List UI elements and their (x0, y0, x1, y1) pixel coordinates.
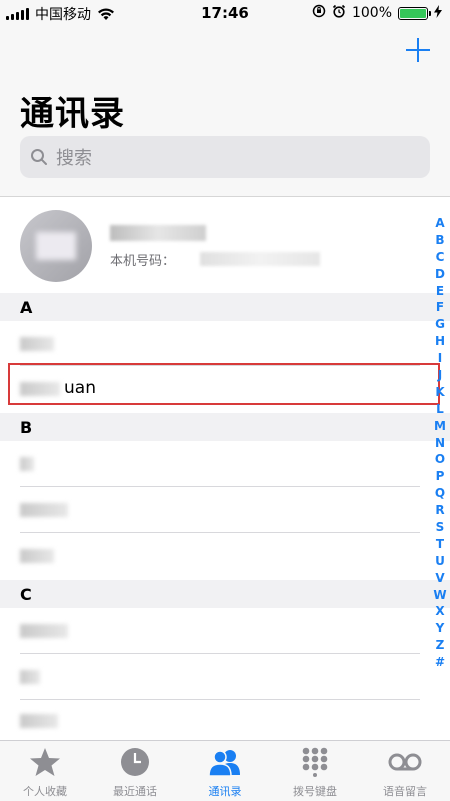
index-letter-w[interactable]: W (432, 587, 448, 604)
index-letter-i[interactable]: I (432, 350, 448, 367)
index-letter-o[interactable]: O (432, 451, 448, 468)
section-header-a: A (0, 293, 450, 321)
index-letter-d[interactable]: D (432, 266, 448, 283)
search-input[interactable] (54, 136, 418, 180)
status-bar: 中国移动 17:46 100% (0, 0, 450, 26)
tab-recents[interactable]: 最近通话 (90, 741, 180, 801)
contact-name-redacted (20, 337, 54, 351)
voicemail-icon (388, 747, 422, 777)
tab-voicemail[interactable]: 语音留言 (360, 741, 450, 801)
index-letter-k[interactable]: K (432, 384, 448, 401)
battery-percent: 100% (351, 5, 392, 21)
clock-icon (118, 747, 152, 777)
index-letter-q[interactable]: Q (432, 485, 448, 502)
alphabet-index[interactable]: A B C D E F G H I J K L M N O P Q R S T U V W X Y Z # (432, 215, 448, 671)
index-letter-e[interactable]: E (432, 283, 448, 300)
tab-contacts[interactable]: 通讯录 (180, 741, 270, 801)
index-letter-m[interactable]: M (432, 418, 448, 435)
index-letter-y[interactable]: Y (432, 620, 448, 637)
index-letter-s[interactable]: S (432, 519, 448, 536)
contact-name-redacted (20, 549, 54, 563)
tab-keypad[interactable]: 拨号键盘 (270, 741, 360, 801)
index-letter-r[interactable]: R (432, 502, 448, 519)
index-letter-u[interactable]: U (432, 553, 448, 570)
tab-label: 个人收藏 (23, 785, 67, 798)
my-card[interactable]: 本机号码： (0, 197, 450, 293)
index-letter-b[interactable]: B (432, 232, 448, 249)
orientation-lock-icon (312, 4, 326, 22)
index-letter-f[interactable]: F (432, 299, 448, 316)
contact-row[interactable] (0, 487, 420, 533)
index-letter-hash[interactable]: # (432, 654, 448, 671)
tab-label: 语音留言 (383, 785, 427, 798)
section-letter: A (20, 298, 33, 317)
index-letter-c[interactable]: C (432, 249, 448, 266)
contact-name-redacted (20, 624, 68, 638)
my-number-label: 本机号码： (110, 254, 176, 269)
my-name-redacted (110, 225, 206, 241)
page-title: 通讯录 (20, 94, 125, 134)
contact-row[interactable] (0, 533, 420, 579)
index-letter-a[interactable]: A (432, 215, 448, 232)
index-letter-x[interactable]: X (432, 603, 448, 620)
my-number-redacted (200, 252, 320, 266)
index-letter-t[interactable]: T (432, 536, 448, 553)
contacts-header: 通讯录 (0, 26, 450, 197)
star-icon (28, 747, 62, 777)
avatar (20, 210, 92, 282)
contact-name-redacted (20, 503, 68, 517)
status-right: 100% (312, 4, 442, 22)
tab-bar: 个人收藏 最近通话 通讯录 拨号键盘 语音留言 (0, 740, 450, 801)
tab-label: 通讯录 (208, 785, 242, 798)
charging-icon (434, 4, 442, 22)
index-letter-n[interactable]: N (432, 435, 448, 452)
contact-name-redacted (20, 714, 58, 728)
search-icon (30, 148, 48, 166)
contact-name-redacted (20, 670, 40, 684)
index-letter-p[interactable]: P (432, 468, 448, 485)
contacts-icon (208, 747, 242, 777)
add-contact-button[interactable] (404, 36, 432, 64)
contact-row[interactable] (0, 654, 420, 700)
tab-favorites[interactable]: 个人收藏 (0, 741, 90, 801)
selection-highlight (8, 363, 440, 405)
keypad-icon (298, 747, 332, 777)
index-letter-z[interactable]: Z (432, 637, 448, 654)
search-bar[interactable] (20, 136, 430, 180)
battery-fill (400, 8, 426, 18)
contact-row[interactable] (0, 441, 420, 487)
index-letter-v[interactable]: V (432, 570, 448, 587)
alarm-icon (332, 4, 346, 22)
index-letter-h[interactable]: H (432, 333, 448, 350)
contact-row[interactable] (0, 700, 420, 740)
battery-icon (398, 6, 431, 20)
index-letter-g[interactable]: G (432, 316, 448, 333)
index-letter-j[interactable]: J (432, 367, 448, 384)
section-letter: B (20, 418, 33, 437)
section-header-c: C (0, 580, 450, 608)
contact-row[interactable] (0, 321, 420, 366)
contact-name-redacted (20, 457, 34, 471)
tab-label: 拨号键盘 (293, 785, 337, 798)
section-letter: C (20, 585, 32, 604)
section-header-b: B (0, 413, 450, 441)
contact-row[interactable] (0, 608, 420, 654)
index-letter-l[interactable]: L (432, 401, 448, 418)
tab-label: 最近通话 (113, 785, 157, 798)
